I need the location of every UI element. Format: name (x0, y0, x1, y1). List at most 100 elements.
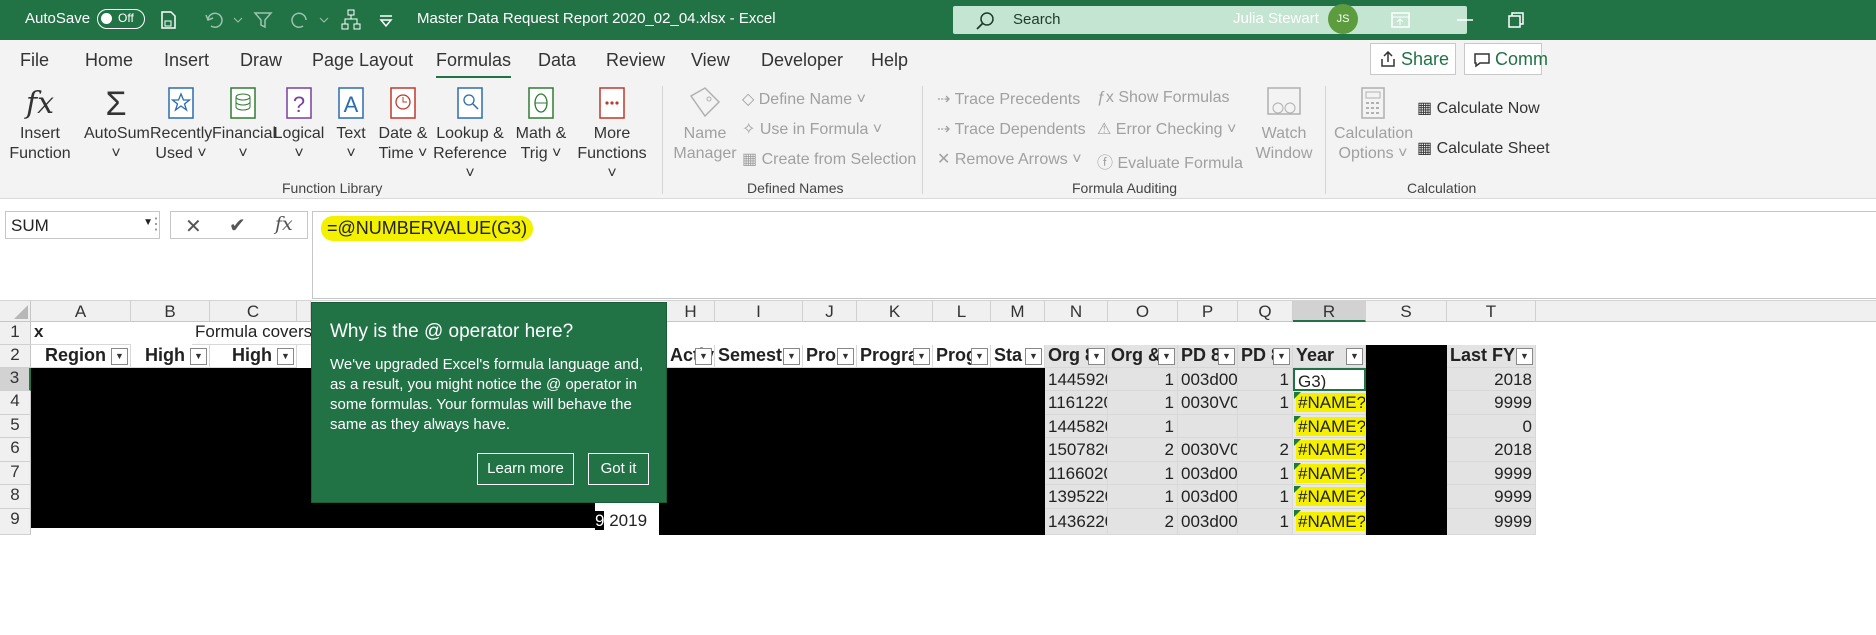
cell-q-8[interactable]: 1 (1238, 485, 1293, 509)
filter-dropdown-icon[interactable]: ▼ (190, 348, 207, 365)
cell-o-7[interactable]: 1 (1108, 462, 1178, 485)
menu-view[interactable]: View (691, 50, 730, 71)
got-it-button[interactable]: Got it (588, 453, 649, 485)
col-header-a[interactable]: A (31, 301, 131, 322)
logical-button[interactable]: ? Logical ˅ (273, 86, 325, 164)
enter-icon[interactable]: ✔ (229, 213, 246, 238)
cancel-icon[interactable]: ✕ (185, 214, 202, 239)
show-formulas-button[interactable]: ƒx Show Formulas (1097, 89, 1230, 107)
col-header-j[interactable]: J (803, 301, 857, 322)
cell-a1[interactable]: x (31, 322, 131, 345)
cell-q-9[interactable]: 1 (1238, 509, 1293, 535)
filter-dropdown-icon[interactable]: ▼ (1273, 348, 1290, 365)
cell-n-8[interactable]: 1395220 (1045, 485, 1108, 509)
header-org-8[interactable]: Org 8 ▼ (1045, 345, 1108, 368)
col-header-m[interactable]: M (991, 301, 1045, 322)
cell-n-9[interactable]: 1436220 (1045, 509, 1108, 535)
cell-t-7[interactable]: 9999 (1447, 462, 1536, 485)
restore-icon[interactable] (1506, 10, 1526, 30)
cell-q-3[interactable]: 1 (1238, 368, 1293, 391)
header-semest[interactable]: Semest ▼ (715, 345, 803, 368)
cell-q-4[interactable]: 1 (1238, 391, 1293, 415)
cell-p-9[interactable]: 003d000 (1178, 509, 1238, 535)
menu-page-layout[interactable]: Page Layout (312, 50, 413, 71)
header-year[interactable]: Year ▼ (1293, 345, 1366, 368)
cell-q-6[interactable]: 2 (1238, 438, 1293, 462)
filter-dropdown-icon[interactable]: ▼ (1346, 348, 1363, 365)
avatar[interactable]: JS (1328, 4, 1358, 34)
share-button[interactable]: Share (1370, 43, 1456, 75)
cell-p-6[interactable]: 0030V00 (1178, 438, 1238, 462)
col-header-i[interactable]: I (715, 301, 803, 322)
select-all-corner[interactable] (0, 301, 31, 322)
financial-button[interactable]: Financial ˅ (212, 86, 276, 164)
date-time-button[interactable]: Date & Time ˅ (374, 86, 432, 164)
header-high-c[interactable]: High ▼ (210, 345, 297, 368)
recently-used-button[interactable]: Recently Used ˅ (150, 86, 212, 164)
trace-precedents-button[interactable]: ⇢ Trace Precedents (937, 89, 1080, 109)
filter-dropdown-icon[interactable]: ▼ (971, 348, 988, 365)
cell-p-3[interactable]: 003d000 (1178, 368, 1238, 391)
col-header-k[interactable]: K (857, 301, 933, 322)
menu-developer[interactable]: Developer (761, 50, 843, 71)
row-header-9[interactable]: 9 (0, 509, 31, 535)
row-header-3[interactable]: 3 (0, 368, 31, 391)
menu-data[interactable]: Data (538, 50, 576, 71)
menu-review[interactable]: Review (606, 50, 665, 71)
filter-dropdown-icon[interactable]: ▼ (1516, 348, 1533, 365)
col-header-q[interactable]: Q (1238, 301, 1293, 322)
formula-input[interactable]: =@NUMBERVALUE(G3) (312, 211, 1876, 299)
filter-dropdown-icon[interactable]: ▼ (837, 348, 854, 365)
menu-insert[interactable]: Insert (164, 50, 209, 71)
cell-r-5[interactable]: #NAME? (1293, 415, 1366, 438)
filter-dropdown-icon[interactable]: ▼ (111, 348, 128, 365)
header-high-b[interactable]: High ▼ (131, 345, 210, 368)
row-header-8[interactable]: 8 (0, 485, 31, 509)
lookup-reference-button[interactable]: Lookup & Reference ˅ (430, 86, 510, 184)
row-header-6[interactable]: 6 (0, 438, 31, 462)
define-name-button[interactable]: ◇ Define Name ˅ (742, 89, 866, 109)
cell-r-8[interactable]: #NAME? (1293, 485, 1366, 509)
row-header-4[interactable]: 4 (0, 391, 31, 415)
col-header-r[interactable]: R (1293, 301, 1366, 322)
row-header-1[interactable]: 1 (0, 322, 31, 345)
cell-t-9[interactable]: 9999 (1447, 509, 1536, 535)
header-region[interactable]: Region ▼ (31, 345, 131, 368)
col-header-n[interactable]: N (1045, 301, 1108, 322)
calculate-sheet-button[interactable]: ▦ Calculate Sheet (1417, 138, 1550, 158)
learn-more-button[interactable]: Learn more (477, 453, 574, 485)
filter-dropdown-icon[interactable]: ▼ (277, 348, 294, 365)
cell-r-6[interactable]: #NAME? (1293, 438, 1366, 462)
cell-q-7[interactable]: 1 (1238, 462, 1293, 485)
filter-dropdown-icon[interactable]: ▼ (783, 348, 800, 365)
sort-icon[interactable] (340, 8, 362, 32)
cell-r-7[interactable]: #NAME? (1293, 462, 1366, 485)
use-in-formula-button[interactable]: ✧ Use in Formula ˅ (742, 119, 882, 139)
math-trig-button[interactable]: Math & Trig ˅ (510, 86, 572, 164)
save-icon[interactable] (157, 9, 177, 31)
create-from-selection-button[interactable]: ▦ Create from Selection (742, 149, 916, 169)
filter-dropdown-icon[interactable]: ▼ (913, 348, 930, 365)
header-pd-8-q[interactable]: PD 8 ▼ (1238, 345, 1293, 368)
redo-icon[interactable] (290, 10, 330, 30)
cell-p-7[interactable]: 003d000 (1178, 462, 1238, 485)
calculate-now-button[interactable]: ▦ Calculate Now (1417, 98, 1540, 118)
cell-o-6[interactable]: 2 (1108, 438, 1178, 462)
cell-r-4[interactable]: #NAME? (1293, 391, 1366, 415)
menu-help[interactable]: Help (871, 50, 908, 71)
filter-dropdown-icon[interactable]: ▼ (1025, 348, 1042, 365)
filter-dropdown-icon[interactable]: ▼ (1088, 348, 1105, 365)
cell-o-9[interactable]: 2 (1108, 509, 1178, 535)
error-checking-button[interactable]: ⚠ Error Checking ˅ (1097, 119, 1236, 139)
header-progra[interactable]: Progra ▼ (857, 345, 933, 368)
name-manager-button[interactable]: Name Manager (672, 86, 738, 164)
cell-n-4[interactable]: 1161220 (1045, 391, 1108, 415)
col-header-d[interactable] (297, 301, 311, 322)
col-header-t[interactable]: T (1447, 301, 1536, 322)
trace-dependents-button[interactable]: ⇢ Trace Dependents (937, 119, 1086, 139)
col-header-c[interactable]: C (210, 301, 297, 322)
cell-o-4[interactable]: 1 (1108, 391, 1178, 415)
cell-t-5[interactable]: 0 (1447, 415, 1536, 438)
autosum-button[interactable]: Σ AutoSum ˅ (84, 86, 150, 164)
cell-r-3[interactable]: G3) (1293, 368, 1366, 391)
